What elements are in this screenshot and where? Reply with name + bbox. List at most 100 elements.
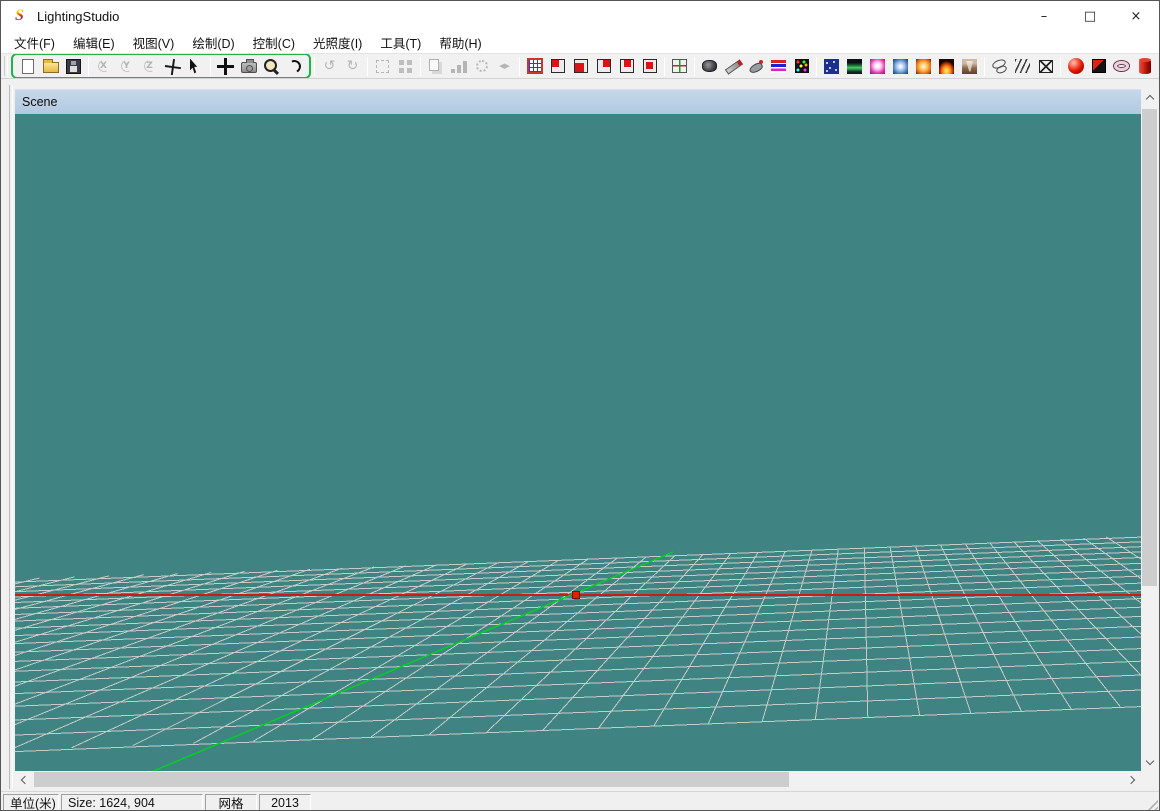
save-button[interactable] (62, 55, 85, 78)
menu-item-illuminance[interactable]: 光照度(I) (304, 31, 371, 54)
horizontal-scrollbar-thumb[interactable] (34, 772, 789, 787)
view-top-button[interactable] (546, 55, 569, 78)
menu-item-help[interactable]: 帮助(H) (430, 31, 490, 54)
scrollbar-corner (1141, 771, 1158, 788)
fireball-button[interactable] (912, 55, 935, 78)
resize-grip[interactable] (1144, 797, 1158, 811)
tornado-icon (962, 59, 977, 74)
bounding-box-button[interactable] (1034, 55, 1057, 78)
view-axes-button[interactable] (668, 55, 691, 78)
rain-icon (1015, 59, 1030, 73)
horizontal-scrollbar[interactable] (15, 771, 1141, 788)
spotlight-button[interactable] (698, 55, 721, 78)
rotate-z-button[interactable]: Z (138, 55, 161, 78)
flame-button[interactable] (935, 55, 958, 78)
smoke-button[interactable] (988, 55, 1011, 78)
undo-button[interactable]: ↺ (318, 55, 341, 78)
scene-grid-canvas[interactable] (15, 114, 1141, 771)
orbit-button[interactable] (283, 55, 306, 78)
view-front-button[interactable] (569, 55, 592, 78)
copy-button[interactable] (424, 55, 447, 78)
zoom-button[interactable] (260, 55, 283, 78)
sphere-button[interactable] (1064, 55, 1087, 78)
cone-light-button[interactable] (744, 55, 767, 78)
pan-button[interactable] (161, 55, 184, 78)
open-file-button[interactable] (39, 55, 62, 78)
scene-window-caption[interactable]: Scene (15, 89, 1141, 114)
menu-item-file[interactable]: 文件(F) (5, 31, 64, 54)
array-icon (451, 58, 467, 74)
menu-bar: 文件(F)编辑(E)视图(V)绘制(D)控制(C)光照度(I)工具(T)帮助(H… (1, 31, 1159, 53)
array-button[interactable] (447, 55, 470, 78)
menu-item-edit[interactable]: 编辑(E) (64, 31, 124, 54)
toolbar-separator (314, 57, 315, 76)
toolbar-group (523, 55, 691, 78)
vertical-scrollbar[interactable] (1141, 89, 1158, 771)
chevron-right-icon (1127, 775, 1135, 783)
cube-button[interactable] (1087, 55, 1110, 78)
led-matrix-button[interactable] (790, 55, 813, 78)
view-back-button[interactable] (638, 55, 661, 78)
led-matrix-icon (795, 59, 809, 73)
toolbar-group (820, 55, 1057, 78)
view-corner-button[interactable] (592, 55, 615, 78)
aurora-button[interactable] (843, 55, 866, 78)
status-bar: 单位(米)Size: 1624, 904网格2013 (1, 791, 1159, 811)
snowfall-button[interactable] (889, 55, 912, 78)
copy-icon (429, 59, 439, 71)
snap-circle-icon (476, 60, 488, 72)
toolbar-group (698, 55, 813, 78)
select-icon (190, 59, 201, 74)
rotate-x-button[interactable]: X (92, 55, 115, 78)
rain-button[interactable] (1011, 55, 1034, 78)
mirror-button[interactable]: ◀▶ (493, 55, 516, 78)
view-axes-icon (672, 59, 687, 73)
color-bars-button[interactable] (767, 55, 790, 78)
scroll-left-button[interactable] (15, 771, 32, 788)
maximize-button[interactable]: □ (1067, 1, 1113, 31)
vertical-scrollbar-thumb[interactable] (1142, 109, 1157, 586)
color-bars-icon (771, 60, 786, 73)
menu-item-draw[interactable]: 绘制(D) (183, 31, 243, 54)
title-bar[interactable]: S LightingStudio –□× (1, 1, 1159, 31)
toolbar-gripper[interactable] (4, 56, 8, 76)
menu-item-control[interactable]: 控制(C) (244, 31, 304, 54)
fireball-icon (916, 59, 931, 74)
scroll-down-button[interactable] (1141, 754, 1158, 771)
close-button[interactable]: × (1113, 1, 1159, 31)
snap-circle-button[interactable] (470, 55, 493, 78)
toolbar-separator (519, 57, 520, 76)
align-grid-button[interactable] (394, 55, 417, 78)
cylinder-icon (1139, 59, 1151, 74)
scene-3d-viewport[interactable] (15, 114, 1141, 771)
move-button[interactable] (214, 55, 237, 78)
chevron-left-icon (21, 775, 29, 783)
tornado-button[interactable] (958, 55, 981, 78)
spotlight-icon (702, 60, 717, 72)
night-sky-button[interactable] (820, 55, 843, 78)
cylinder-button[interactable] (1133, 55, 1156, 78)
new-file-button[interactable] (16, 55, 39, 78)
menu-item-tools[interactable]: 工具(T) (371, 31, 430, 54)
toolbar-group (1064, 55, 1156, 78)
scroll-up-button[interactable] (1141, 89, 1158, 106)
redo-button[interactable]: ↻ (341, 55, 364, 78)
select-box-button[interactable] (371, 55, 394, 78)
flashlight-button[interactable] (721, 55, 744, 78)
toolbar-separator (664, 57, 665, 76)
menu-item-view[interactable]: 视图(V) (124, 31, 184, 54)
torus-button[interactable] (1110, 55, 1133, 78)
rotate-y-button[interactable]: Y (115, 55, 138, 78)
explosion-button[interactable] (866, 55, 889, 78)
rotate-x-icon: X (96, 58, 112, 74)
scroll-right-button[interactable] (1124, 771, 1141, 788)
grid-view-button[interactable] (523, 55, 546, 78)
redo-icon: ↻ (347, 58, 359, 74)
camera-button[interactable] (237, 55, 260, 78)
view-side-button[interactable] (615, 55, 638, 78)
mdi-client-area: Scene (1, 79, 1159, 791)
flashlight-icon (724, 57, 742, 75)
select-button[interactable] (184, 55, 207, 78)
chevron-up-icon (1145, 95, 1153, 103)
minimize-button[interactable]: – (1021, 1, 1067, 31)
